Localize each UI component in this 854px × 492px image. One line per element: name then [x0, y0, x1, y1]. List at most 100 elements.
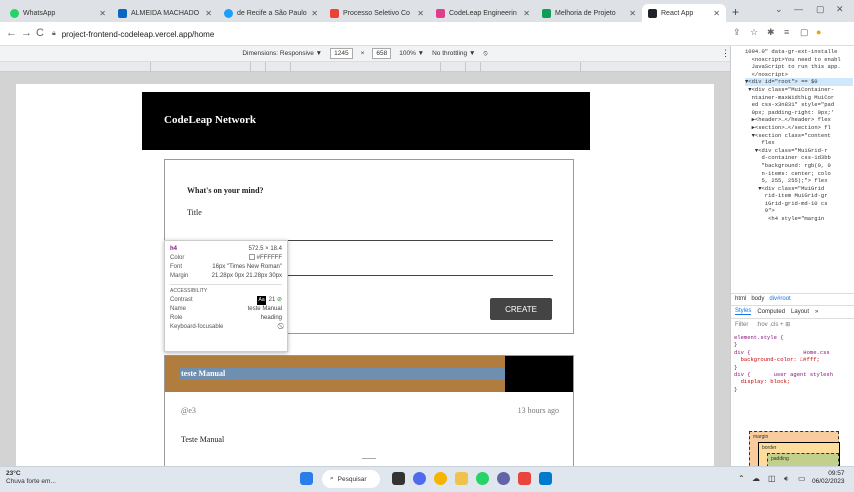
taskbar-search[interactable]: ⌕ Pesquisar — [322, 470, 380, 488]
weather-text: Chuva forte em... — [6, 478, 56, 485]
whatsapp-taskbar-icon[interactable] — [476, 472, 489, 485]
file-explorer-icon[interactable] — [455, 472, 468, 485]
tab-recife[interactable]: de Recife a São Paulo ✕ — [218, 4, 324, 22]
close-window-icon[interactable]: ✕ — [836, 4, 844, 15]
filter-input[interactable]: Filter — [735, 322, 748, 328]
styles-filter: Filter :hov .cls + ⊞ — [731, 318, 854, 330]
dom-line[interactable]: ▶<header>…</header> flex — [745, 116, 853, 124]
reload-icon[interactable]: C — [36, 27, 44, 39]
chrome-icon[interactable] — [434, 472, 447, 485]
check-icon: ⊘ — [276, 297, 282, 303]
windows-start-icon[interactable] — [300, 472, 313, 485]
volume-icon[interactable]: 🔉︎ — [784, 474, 789, 484]
chevron-up-icon[interactable]: ⌃ — [738, 474, 745, 483]
chevron-down-icon[interactable]: ⌄ — [775, 4, 783, 15]
style-line: } — [734, 385, 738, 393]
height-input[interactable]: 658 — [372, 48, 392, 59]
dom-line[interactable]: "background: rgb(0, 0 — [745, 162, 853, 170]
minimize-icon[interactable]: — — [794, 4, 803, 14]
more-options-icon[interactable]: ⋮ — [721, 48, 730, 59]
close-icon[interactable]: ✕ — [99, 9, 106, 18]
crumb-body[interactable]: body — [751, 296, 764, 302]
weather-widget[interactable]: 23°C Chuva forte em... — [6, 470, 56, 486]
dom-line[interactable]: ▼<div class="MuiContainer- — [745, 86, 853, 94]
dom-line[interactable]: 9"> — [745, 207, 853, 215]
tab-react-app[interactable]: React App ✕ — [642, 4, 726, 22]
dimensions-select[interactable]: Dimensions: Responsive ▼ — [242, 50, 322, 57]
close-icon[interactable]: ✕ — [417, 9, 424, 18]
tab-linkedin[interactable]: ALMEIDA MACHADO ✕ — [112, 4, 218, 22]
back-icon[interactable]: ← — [6, 27, 17, 39]
tab-sheets[interactable]: Melhoria de Projeto ✕ — [536, 4, 642, 22]
task-view-icon[interactable] — [392, 472, 405, 485]
filter-tools[interactable]: :hov .cls + ⊞ — [756, 321, 790, 328]
chat-icon[interactable] — [413, 472, 426, 485]
dom-line[interactable]: ntainer-maxWidthLg MuiCor — [745, 94, 853, 102]
dom-line[interactable]: n-items: center; colo — [745, 170, 853, 178]
dom-line[interactable]: 5, 255, 255);"> flex — [745, 177, 853, 185]
dom-line[interactable]: 0px; padding-right: 0px;' — [745, 109, 853, 117]
contrast-label: Contrast — [170, 297, 193, 303]
close-icon[interactable]: ✕ — [523, 9, 530, 18]
dom-line[interactable]: ed css-x3n831" style="pad — [745, 101, 853, 109]
width-input[interactable]: 1245 — [330, 48, 353, 59]
tab-whatsapp[interactable]: WhatsApp ✕ — [4, 4, 112, 22]
close-icon[interactable]: ✕ — [713, 9, 720, 18]
dom-line[interactable]: ▼<div class="MuiGrid — [745, 185, 853, 193]
tab-computed[interactable]: Computed — [757, 309, 785, 315]
dom-line[interactable]: <noscript>You need to enabl — [745, 56, 853, 64]
accessibility-heading: ACCESSIBILITY — [170, 288, 208, 294]
dom-line[interactable]: ▼<div id="root"> == $0 — [745, 78, 853, 86]
box-padding-label: padding — [771, 456, 789, 462]
share-icon[interactable]: ⇪ — [733, 27, 741, 38]
tab-label: React App — [661, 9, 694, 17]
dom-line[interactable]: flex — [745, 139, 853, 147]
cloud-icon[interactable]: ☁ — [752, 474, 760, 483]
app-page: CodeLeap Network What's on your mind? Ti… — [16, 84, 714, 471]
battery-icon[interactable]: ▭ — [798, 474, 806, 483]
wifi-icon[interactable]: ◫ — [768, 474, 776, 483]
rotate-icon[interactable]: ⦸ — [483, 50, 487, 58]
throttling-select[interactable]: No throttling ▼ — [432, 50, 475, 57]
create-button[interactable]: CREATE — [490, 298, 552, 320]
close-icon[interactable]: ✕ — [205, 9, 212, 18]
tab-search-icon[interactable]: ≡ — [784, 27, 789, 37]
crumb-root[interactable]: div#root — [769, 296, 790, 302]
system-clock[interactable]: 09:57 06/02/2023 — [812, 470, 845, 486]
tab-layout[interactable]: Layout — [791, 309, 809, 315]
dom-line[interactable]: 1094.0" data-gr-ext-installe — [745, 48, 853, 56]
crumb-html[interactable]: html — [735, 296, 746, 302]
vscode-icon[interactable] — [539, 472, 552, 485]
tab-codeleap[interactable]: CodeLeap Engineerin ✕ — [430, 4, 536, 22]
tab-more[interactable]: » — [815, 309, 818, 315]
dom-line[interactable]: <h4 style="margin — [745, 215, 853, 223]
dom-line[interactable]: ▼<div class="MuiGrid-r — [745, 147, 853, 155]
close-icon[interactable]: ✕ — [311, 9, 318, 18]
search-label: Pesquisar — [337, 475, 367, 483]
tab-styles[interactable]: Styles — [735, 308, 752, 315]
forward-icon[interactable]: → — [21, 27, 32, 39]
sidebar-icon[interactable]: ▢ — [800, 27, 809, 38]
resize-handle[interactable] — [362, 458, 376, 459]
address-input[interactable]: 🔒︎ project-frontend-codeleap.vercel.app/… — [52, 25, 712, 43]
dom-line[interactable]: d-container css-1d3bb — [745, 154, 853, 162]
dom-line[interactable]: ▶<section>…</section> fl — [745, 124, 853, 132]
contrast-value: 21 — [268, 297, 276, 303]
extensions-icon[interactable]: ✱ — [767, 27, 775, 38]
close-icon[interactable]: ✕ — [629, 9, 636, 18]
dom-line[interactable]: JavaScript to run this app. — [745, 63, 853, 71]
new-tab-button[interactable]: + — [732, 5, 739, 19]
tooltip-key: Margin — [170, 273, 189, 279]
maximize-icon[interactable]: ▢ — [816, 4, 825, 15]
post-card: teste Manual @e3 13 hours ago Teste Manu… — [164, 355, 574, 471]
dom-line[interactable]: iGrid-grid-md-10 cs — [745, 200, 853, 208]
star-icon[interactable]: ☆ — [750, 27, 758, 38]
tab-gmail[interactable]: Processo Seletivo Co ✕ — [324, 4, 430, 22]
dom-line[interactable]: rid-item MuiGrid-gr — [745, 192, 853, 200]
teams-icon[interactable] — [497, 472, 510, 485]
dom-line[interactable]: ▼<section class="content — [745, 132, 853, 140]
zoom-select[interactable]: 100% ▼ — [399, 50, 424, 57]
profile-icon[interactable]: ● — [816, 27, 821, 37]
app-icon[interactable] — [518, 472, 531, 485]
dom-line[interactable]: </noscript> — [745, 71, 853, 79]
